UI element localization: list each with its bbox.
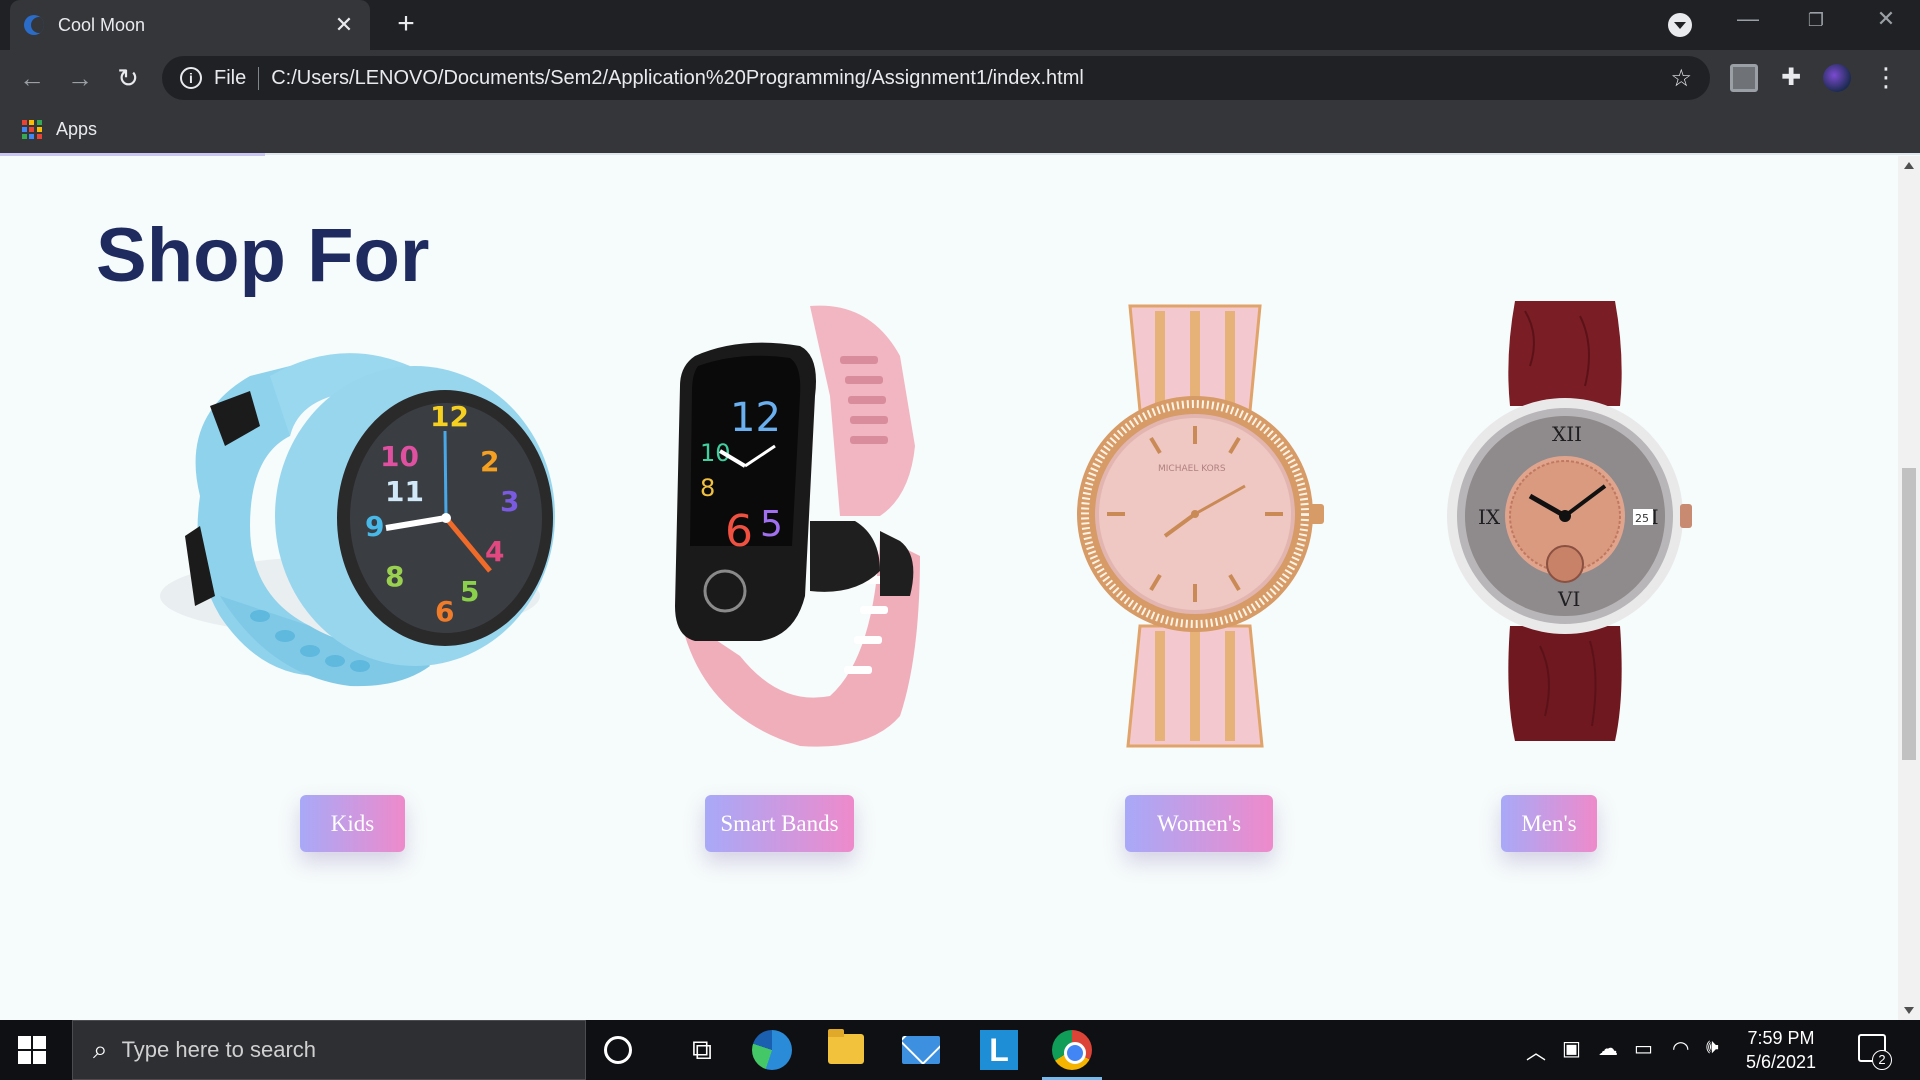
meet-now-icon[interactable]: ▣: [1562, 1036, 1581, 1061]
clock-date: 5/6/2021: [1746, 1052, 1817, 1072]
onedrive-cloud-icon[interactable]: ☁: [1598, 1036, 1618, 1061]
kids-watch-image[interactable]: 12 2 3 4 5 6 8 9 10 11: [140, 296, 560, 756]
svg-text:25: 25: [1635, 512, 1649, 525]
bookmark-star-icon[interactable]: ☆: [1670, 64, 1692, 93]
product-kids: 12 2 3 4 5 6 8 9 10 11 Kids: [140, 296, 560, 852]
svg-text:12: 12: [730, 395, 781, 441]
svg-text:6: 6: [435, 595, 454, 628]
svg-text:4: 4: [485, 535, 504, 568]
product-womens: MICHAEL KORS Women's: [1000, 296, 1420, 852]
svg-text:11: 11: [385, 475, 424, 508]
kebab-menu-icon[interactable]: ⋮: [1872, 64, 1900, 92]
svg-text:5: 5: [760, 504, 783, 545]
forward-arrow-icon[interactable]: →: [62, 60, 98, 96]
browser-chrome: Cool Moon ✕ + — ❐ ✕ ← → ↻ i File C:/User…: [0, 0, 1920, 153]
svg-text:8: 8: [385, 560, 404, 593]
tab-close-icon[interactable]: ✕: [332, 12, 356, 38]
info-icon[interactable]: i: [180, 67, 202, 89]
wifi-icon[interactable]: ◠: [1672, 1036, 1689, 1061]
new-tab-button[interactable]: +: [390, 8, 422, 40]
taskbar-search-placeholder: Type here to search: [121, 1037, 317, 1062]
svg-text:2: 2: [480, 445, 499, 478]
puzzle-extensions-icon[interactable]: ✚: [1777, 64, 1805, 92]
restore-icon[interactable]: ❐: [1796, 10, 1836, 31]
task-view-icon[interactable]: ⧉: [682, 1030, 722, 1070]
url-protocol: File: [214, 66, 260, 90]
back-arrow-icon[interactable]: ←: [14, 60, 50, 96]
womens-category-button[interactable]: Women's: [1125, 795, 1273, 852]
svg-text:IX: IX: [1478, 505, 1501, 529]
svg-text:MICHAEL KORS: MICHAEL KORS: [1158, 464, 1226, 474]
volume-icon[interactable]: 🕪: [1706, 1036, 1719, 1059]
product-mens: XIIIIIVIIX 25 Men's: [1400, 296, 1820, 852]
tab-search-icon[interactable]: [1668, 13, 1692, 37]
taskbar-search-box[interactable]: ⌕ Type here to search: [72, 1020, 586, 1080]
edge-browser-icon[interactable]: [752, 1030, 792, 1070]
tab-title: Cool Moon: [58, 14, 146, 35]
page-content: Shop For 12 2 3 4 5 6 8 9 10 11 Kids 12 …: [0, 156, 1898, 1020]
extension-icon[interactable]: [1730, 64, 1758, 92]
svg-text:5: 5: [460, 575, 479, 608]
browser-toolbar: ← → ↻ i File C:/Users/LENOVO/Documents/S…: [0, 50, 1920, 106]
smart-bands-category-button[interactable]: Smart Bands: [705, 795, 854, 852]
svg-text:XII: XII: [1552, 422, 1582, 446]
l-app-icon[interactable]: L: [980, 1030, 1018, 1070]
file-explorer-icon[interactable]: [828, 1029, 864, 1064]
mens-watch-image[interactable]: XIIIIIVIIX 25: [1400, 296, 1820, 756]
windows-start-icon[interactable]: [18, 1036, 46, 1064]
svg-text:9: 9: [365, 510, 384, 543]
svg-text:6: 6: [725, 506, 753, 557]
moon-favicon-icon: [24, 15, 44, 35]
windows-taskbar: ⌕ Type here to search ⧉ L ︿ ▣ ☁ ▭ ◠ 🕪 7:…: [0, 1020, 1920, 1080]
notification-count-badge: 2: [1872, 1050, 1892, 1070]
toolbar-divider: [0, 153, 1920, 155]
scroll-down-arrow-icon[interactable]: [1904, 1007, 1914, 1014]
mens-category-button[interactable]: Men's: [1501, 795, 1597, 852]
clock-time: 7:59 PM: [1747, 1028, 1815, 1048]
taskbar-clock[interactable]: 7:59 PM 5/6/2021: [1746, 1026, 1816, 1074]
svg-text:3: 3: [500, 485, 519, 518]
bookmarks-bar: Apps: [0, 106, 1920, 153]
close-window-icon[interactable]: ✕: [1866, 6, 1906, 32]
tray-chevron-up-icon[interactable]: ︿: [1526, 1036, 1546, 1065]
browser-tab[interactable]: Cool Moon ✕: [10, 0, 370, 50]
svg-text:VI: VI: [1557, 587, 1580, 611]
page-title: Shop For: [96, 213, 430, 298]
minimize-icon[interactable]: —: [1728, 6, 1768, 32]
svg-text:8: 8: [700, 474, 715, 502]
reload-icon[interactable]: ↻: [110, 60, 146, 96]
scrollbar-thumb[interactable]: [1902, 468, 1916, 760]
svg-text:12: 12: [430, 400, 469, 433]
search-icon: ⌕: [93, 1034, 108, 1064]
scroll-up-arrow-icon[interactable]: [1904, 162, 1914, 169]
mail-icon[interactable]: [902, 1036, 940, 1064]
apps-bookmark[interactable]: Apps: [56, 119, 97, 140]
address-bar[interactable]: i File C:/Users/LENOVO/Documents/Sem2/Ap…: [162, 56, 1710, 100]
womens-watch-image[interactable]: MICHAEL KORS: [1000, 296, 1420, 756]
url-text[interactable]: C:/Users/LENOVO/Documents/Sem2/Applicati…: [271, 67, 1670, 90]
svg-text:10: 10: [380, 440, 419, 473]
chrome-app-icon[interactable]: [1052, 1030, 1092, 1070]
battery-icon[interactable]: ▭: [1634, 1036, 1653, 1061]
smart-band-image[interactable]: 12 6 5 8 10: [580, 296, 1000, 756]
apps-grid-icon[interactable]: [22, 119, 42, 140]
cortana-icon[interactable]: [604, 1036, 632, 1064]
kids-category-button[interactable]: Kids: [300, 795, 405, 852]
tab-strip: Cool Moon ✕ + — ❐ ✕: [0, 0, 1920, 50]
profile-avatar[interactable]: [1823, 64, 1851, 92]
page-scrollbar[interactable]: [1898, 156, 1920, 1020]
product-smart-bands: 12 6 5 8 10 Smart Bands: [580, 296, 1000, 852]
